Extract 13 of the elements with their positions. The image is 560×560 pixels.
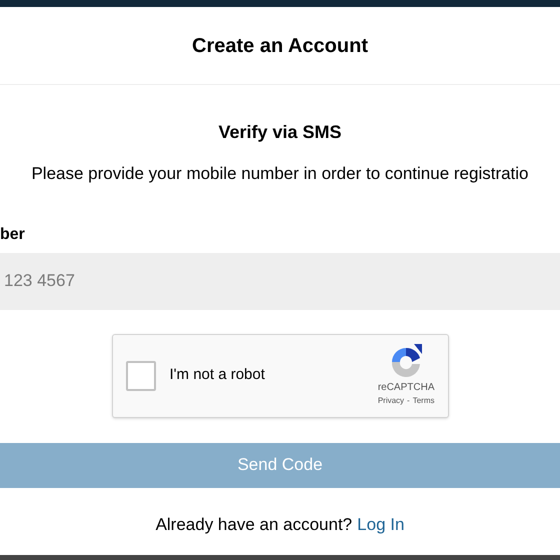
- field-label: ber: [0, 224, 25, 244]
- captcha-label: I'm not a robot: [170, 365, 265, 386]
- page-title: Create an Account: [192, 34, 368, 58]
- separator-text: -: [407, 395, 410, 407]
- captcha-checkbox[interactable]: [126, 360, 156, 390]
- captcha-brand: reCAPTCHA: [378, 381, 434, 395]
- privacy-link[interactable]: Privacy: [378, 395, 404, 407]
- instruction-text: Please provide your mobile number in order to continue registratio: [31, 163, 529, 185]
- phone-input[interactable]: 123 4567: [0, 252, 560, 310]
- login-prompt: Already have an account?: [156, 514, 352, 536]
- section-title: Verify via SMS: [218, 121, 342, 144]
- terms-link[interactable]: Terms: [412, 395, 434, 407]
- login-link[interactable]: Log In: [357, 512, 404, 537]
